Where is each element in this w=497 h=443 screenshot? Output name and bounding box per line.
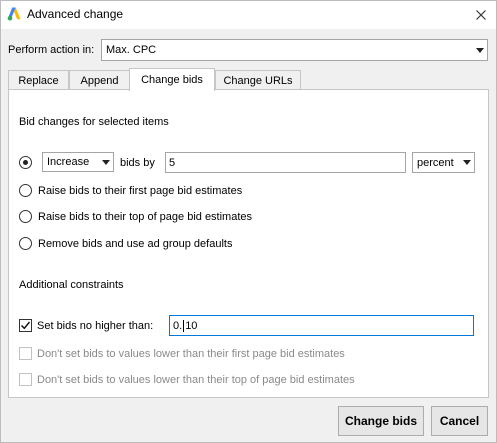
cancel-button[interactable]: Cancel [431,406,488,436]
min-first-page-checkbox[interactable]: Don't set bids to values lower than thei… [19,347,345,360]
radio-first-page[interactable]: Raise bids to their first page bid estim… [19,184,242,197]
tab-append-label: Append [80,74,119,87]
perform-action-value: Max. CPC [106,44,157,56]
tab-replace-label: Replace [18,74,59,87]
unit-select[interactable]: percent [412,152,475,173]
radio-first-page-label: Raise bids to their first page bid estim… [38,184,243,197]
close-button[interactable] [466,1,496,29]
tab-append[interactable]: Append [69,70,130,90]
bid-changes-heading: Bid changes for selected items [19,116,169,128]
change-bids-button[interactable]: Change bids [338,406,424,436]
chevron-down-icon [473,40,487,60]
set-bids-max-label: Set bids no higher than: [37,319,154,332]
direction-select[interactable]: Increase [42,152,114,172]
tab-change-urls[interactable]: Change URLs [215,70,301,90]
perform-action-select[interactable]: Max. CPC [101,39,488,61]
text-caret [183,319,185,332]
radio-top-page-label: Raise bids to their top of page bid esti… [38,210,253,223]
checkbox[interactable] [19,347,32,360]
additional-constraints-heading: Additional constraints [19,279,124,291]
checkbox[interactable] [19,373,32,386]
tab-change-bids[interactable]: Change bids [129,68,215,91]
unit-value: percent [417,156,454,169]
min-first-page-label: Don't set bids to values lower than thei… [37,347,345,360]
perform-action-label: Perform action in: [8,44,95,56]
set-bids-max-checkbox[interactable]: Set bids no higher than: [19,319,153,332]
radio-adjust-bids[interactable] [19,156,38,169]
tab-change-bids-label: Change bids [141,74,203,86]
radio-remove-bids-label: Remove bids and use ad group defaults [38,237,233,250]
chevron-down-icon [460,153,474,172]
bid-amount-value: 5 [169,156,176,169]
max-bid-value-part2: 10 [185,319,198,332]
radio-button[interactable] [19,156,32,169]
change-bids-panel: Bid changes for selected items Increase … [8,89,489,398]
bid-amount-input[interactable]: 5 [165,152,406,173]
title-bar: Advanced change [1,1,496,29]
radio-button[interactable] [19,237,32,250]
bids-by-label: bids by [120,157,155,169]
checkbox[interactable] [19,319,32,332]
max-bid-value-part1: 0. [173,319,183,332]
min-top-page-checkbox[interactable]: Don't set bids to values lower than thei… [19,373,355,386]
change-bids-button-label: Change bids [344,414,417,428]
radio-top-page[interactable]: Raise bids to their top of page bid esti… [19,210,252,223]
radio-button[interactable] [19,210,32,223]
max-bid-input[interactable]: 0. 10 [169,315,474,336]
tab-change-urls-label: Change URLs [223,74,293,87]
tab-replace[interactable]: Replace [8,70,69,90]
checkmark-icon [21,321,31,330]
direction-value: Increase [47,156,90,168]
google-ads-logo-icon [7,7,21,21]
advanced-change-dialog: Advanced change Perform action in: Max. … [0,0,497,443]
chevron-down-icon [99,153,113,171]
close-icon [476,10,486,20]
min-top-page-label: Don't set bids to values lower than thei… [37,373,355,386]
window-title: Advanced change [27,7,124,21]
radio-button[interactable] [19,184,32,197]
cancel-button-label: Cancel [439,414,480,428]
radio-remove-bids[interactable]: Remove bids and use ad group defaults [19,237,232,250]
